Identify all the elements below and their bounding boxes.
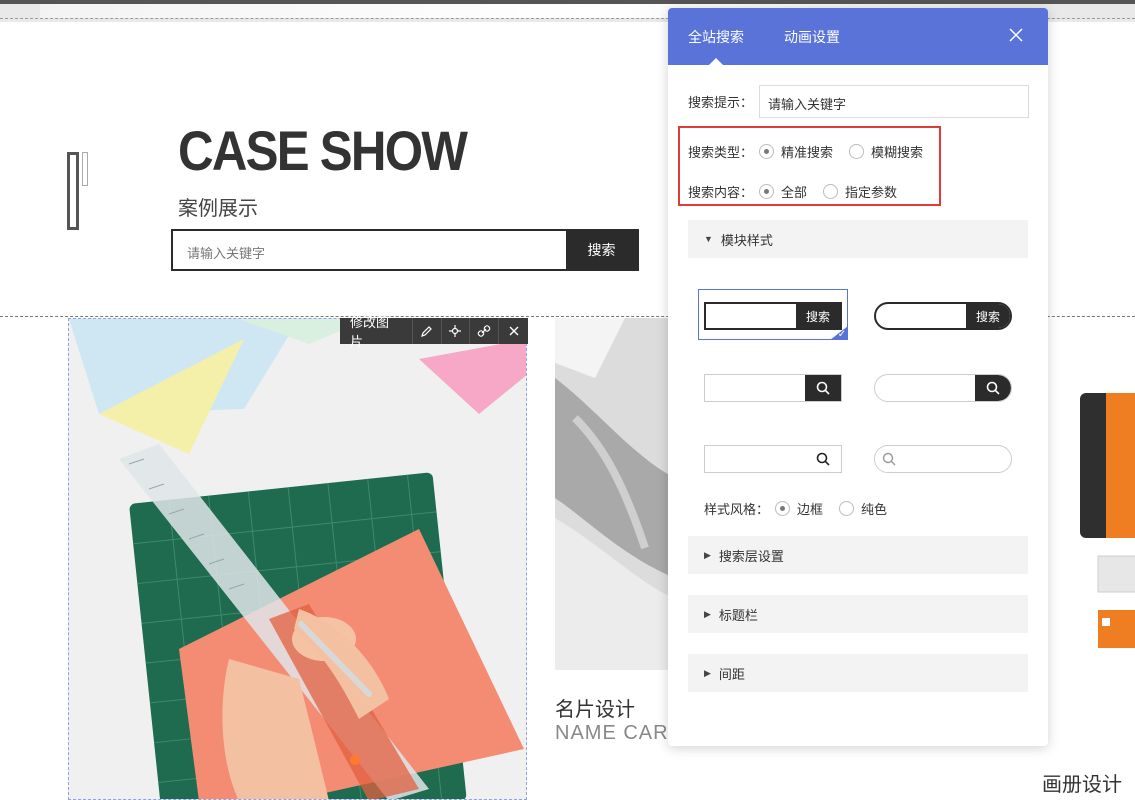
radio-border[interactable]: 边框 (775, 499, 823, 518)
section-label: 间距 (718, 666, 745, 682)
radio-label: 精准搜索 (781, 145, 834, 160)
gallery-image-1[interactable] (68, 318, 527, 800)
crop-icon[interactable] (442, 318, 471, 344)
section-spacing[interactable]: ▶ 间距 (688, 654, 1028, 692)
radio-label: 全部 (781, 185, 808, 200)
page-title: CASE SHOW (178, 119, 468, 182)
tab-site-search[interactable]: 全站搜索 (688, 8, 744, 65)
style-option-4[interactable] (874, 374, 1012, 402)
style-search-button: 搜索 (796, 304, 840, 328)
tab-animation-settings[interactable]: 动画设置 (784, 8, 840, 65)
type-row: 搜索类型： 精准搜索 模糊搜索 (688, 142, 939, 161)
hint-input[interactable]: 请输入关键字 (759, 85, 1030, 118)
style-option-2[interactable]: 搜索 (874, 302, 1012, 330)
link-icon[interactable] (470, 318, 500, 344)
gallery-image-3[interactable] (1048, 318, 1135, 648)
caret-right-icon: ▶ (704, 667, 711, 678)
style-search-button: 搜索 (966, 304, 1010, 328)
radio-dot (839, 501, 855, 516)
main-search-button[interactable]: 搜索 (566, 231, 637, 269)
hint-label: 搜索提示： (688, 95, 754, 110)
radio-fuzzy-search[interactable]: 模糊搜索 (849, 142, 923, 161)
main-search-bar: 请输入关键字 搜索 (171, 229, 639, 271)
search-icon (975, 375, 1011, 401)
close-icon[interactable] (499, 318, 528, 344)
section-title-bar[interactable]: ▶ 标题栏 (688, 595, 1028, 633)
radio-all[interactable]: 全部 (759, 182, 807, 201)
brochure-photo (1048, 318, 1135, 648)
type-label: 搜索类型： (688, 145, 754, 160)
radio-exact-search[interactable]: 精准搜索 (759, 142, 833, 161)
search-settings-panel: 全站搜索 动画设置 搜索提示： 请输入关键字 搜索类型： 精准搜索 模糊搜索 搜… (668, 8, 1048, 746)
section-label: 搜索层设置 (718, 548, 784, 564)
pencil-icon[interactable] (413, 318, 442, 344)
gallery-image-2[interactable] (555, 318, 675, 670)
radio-dot (849, 144, 865, 159)
radio-dot (759, 144, 775, 159)
close-icon[interactable] (1006, 26, 1026, 46)
style-option-6[interactable] (874, 445, 1012, 473)
section-label: 模块样式 (720, 232, 773, 248)
style-option-1[interactable]: 搜索 (704, 302, 842, 330)
caret-right-icon: ▶ (704, 549, 711, 560)
section-label: 标题栏 (718, 607, 758, 623)
radio-label: 模糊搜索 (871, 145, 924, 160)
cutting-mat-illustration (69, 319, 526, 799)
radio-label: 指定参数 (845, 185, 898, 200)
panel-header: 全站搜索 动画设置 (668, 8, 1048, 65)
radio-dot (775, 501, 791, 516)
search-icon (805, 446, 841, 472)
content-label: 搜索内容： (688, 185, 754, 200)
radio-label: 纯色 (861, 502, 888, 517)
gallery-caption-3: 画册设计 (1042, 774, 1122, 796)
edit-image-button[interactable]: 修改图片 (340, 315, 413, 349)
search-icon (805, 375, 841, 401)
decorative-bar (67, 152, 79, 230)
section-module-style[interactable]: ▼ 模块样式 (688, 220, 1028, 258)
gallery-caption-2: 名片设计 (555, 699, 635, 721)
gallery-caption-2-en: NAME CARD (555, 722, 685, 744)
style-option-5[interactable] (704, 445, 842, 473)
radio-solid[interactable]: 纯色 (839, 499, 887, 518)
caret-right-icon: ▶ (704, 608, 711, 619)
radio-dot (759, 184, 775, 199)
style-label: 样式风格： (704, 502, 770, 517)
radio-dot (823, 184, 839, 199)
radio-specified-params[interactable]: 指定参数 (823, 182, 897, 201)
radio-label: 边框 (797, 502, 824, 517)
decorative-bar-thin (82, 152, 88, 186)
hint-row: 搜索提示： 请输入关键字 (688, 85, 1030, 118)
search-icon (875, 446, 903, 472)
caret-down-icon: ▼ (704, 234, 713, 244)
name-card-photo (555, 318, 675, 670)
style-row: 样式风格： 边框 纯色 (704, 499, 903, 518)
page-subtitle: 案例展示 (178, 198, 258, 220)
section-search-layer[interactable]: ▶ 搜索层设置 (688, 536, 1028, 574)
main-search-input[interactable]: 请输入关键字 (173, 231, 566, 269)
image-edit-toolbar: 修改图片 (340, 315, 528, 349)
content-row: 搜索内容： 全部 指定参数 (688, 182, 913, 201)
style-option-3[interactable] (704, 374, 842, 402)
